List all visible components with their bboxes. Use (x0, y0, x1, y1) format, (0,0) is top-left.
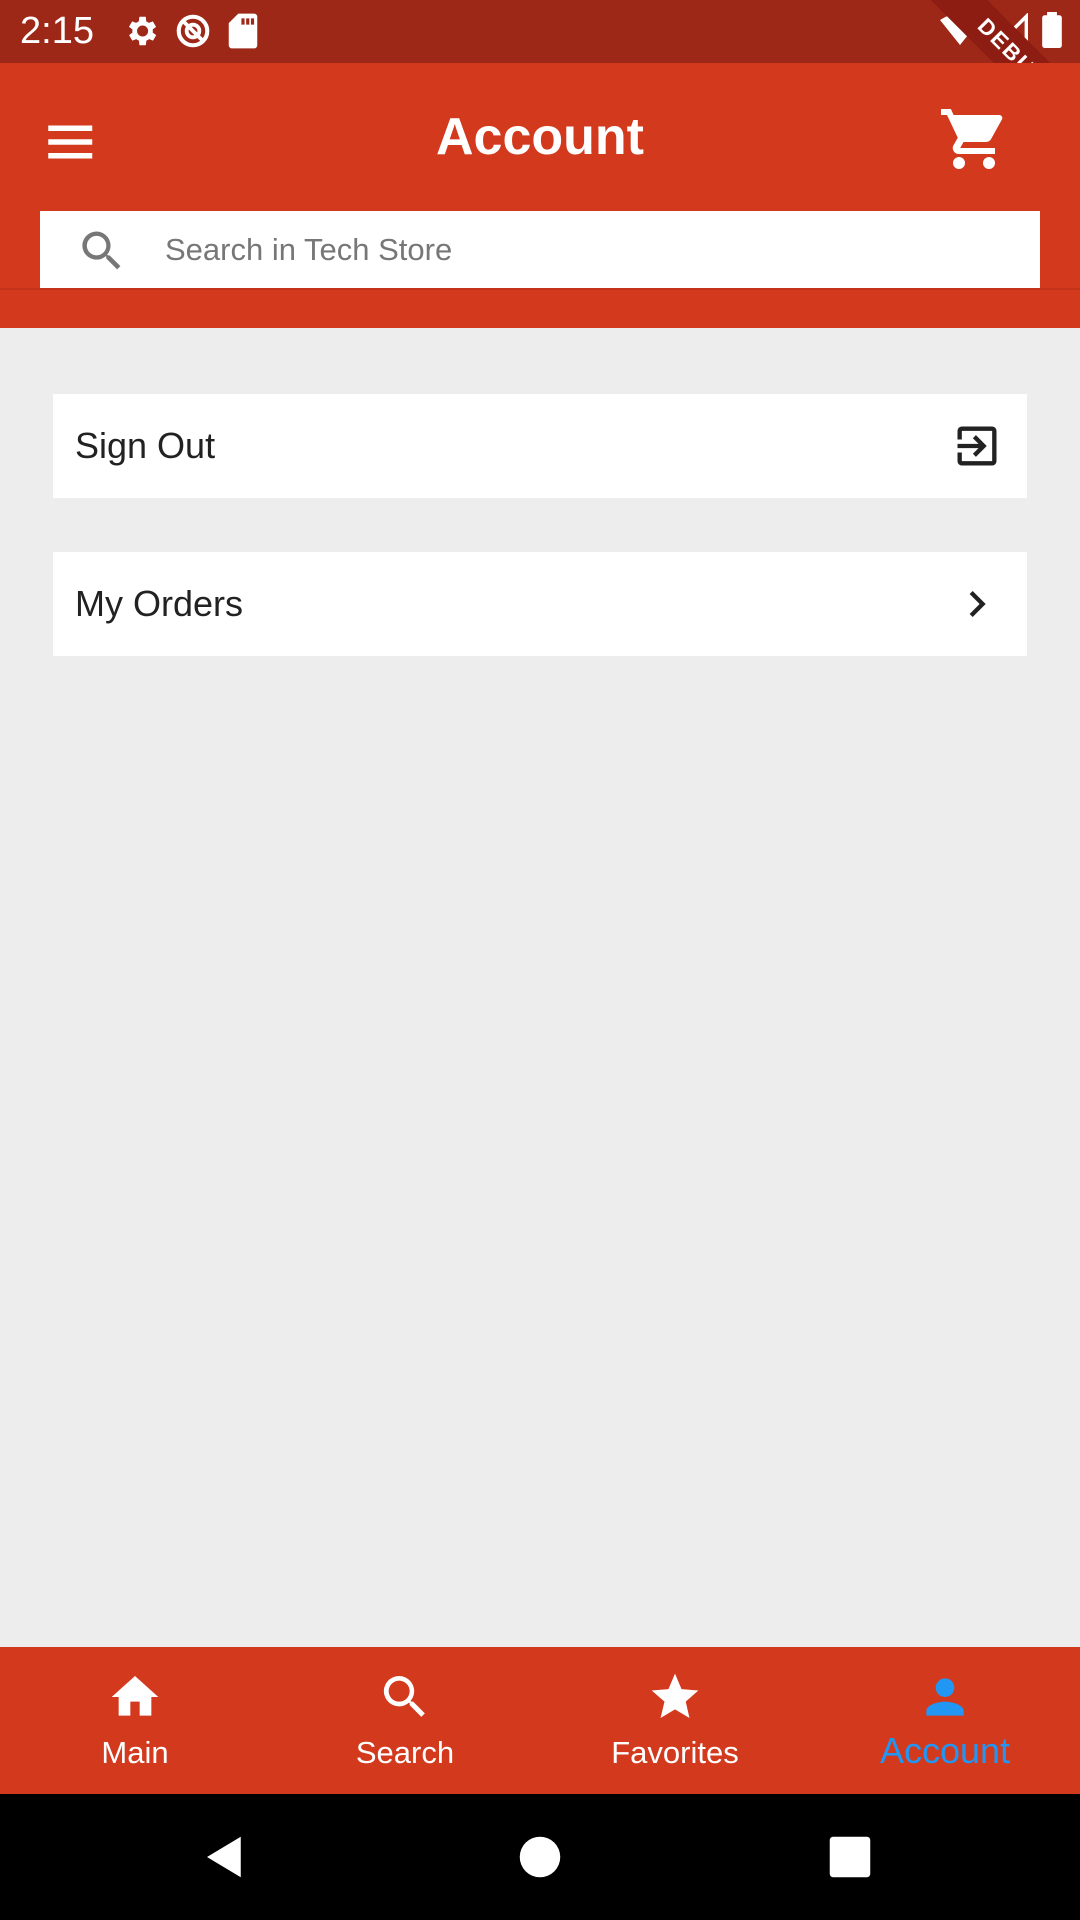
search-icon (82, 231, 121, 270)
status-icons-left (122, 12, 260, 50)
app-bar-divider (0, 288, 1080, 290)
system-navigation-bar (0, 1794, 1080, 1920)
nav-search[interactable]: Search (270, 1647, 540, 1794)
sign-out-label: Sign Out (75, 425, 216, 466)
sd-card-icon (228, 13, 258, 49)
nav-favorites-label: Favorites (611, 1735, 739, 1770)
my-orders-item[interactable]: My Orders (53, 552, 1027, 656)
back-icon[interactable] (198, 1830, 252, 1884)
search-icon (383, 1676, 425, 1717)
status-time: 2:15 (20, 10, 94, 52)
app-bar: Account (0, 63, 1080, 328)
nav-main[interactable]: Main (0, 1647, 270, 1794)
chevron-right-icon (969, 591, 986, 617)
recents-icon[interactable] (823, 1830, 877, 1884)
status-bar: 2:15 (0, 0, 1080, 63)
star-icon (651, 1673, 699, 1718)
home-icon (111, 1676, 159, 1716)
cart-icon[interactable] (938, 103, 1010, 175)
data-saver-icon (176, 14, 210, 48)
person-icon (926, 1678, 964, 1716)
my-orders-label: My Orders (75, 583, 244, 624)
settings-icon (128, 16, 157, 46)
home-button-icon[interactable] (513, 1830, 567, 1884)
page-title: Account (436, 108, 644, 166)
sign-out-item[interactable]: Sign Out (53, 394, 1027, 498)
nav-account-label: Account (879, 1730, 1011, 1771)
bottom-navigation: Main Search Favorites Account (0, 1647, 1080, 1794)
battery-icon (1042, 12, 1062, 48)
search-input[interactable] (165, 211, 1020, 289)
search-bar[interactable] (40, 211, 1040, 289)
nav-search-label: Search (355, 1735, 455, 1770)
nav-main-label: Main (101, 1735, 169, 1770)
exit-to-app-icon (957, 426, 997, 466)
nav-favorites[interactable]: Favorites (540, 1647, 810, 1794)
nav-account[interactable]: Account (810, 1647, 1080, 1794)
